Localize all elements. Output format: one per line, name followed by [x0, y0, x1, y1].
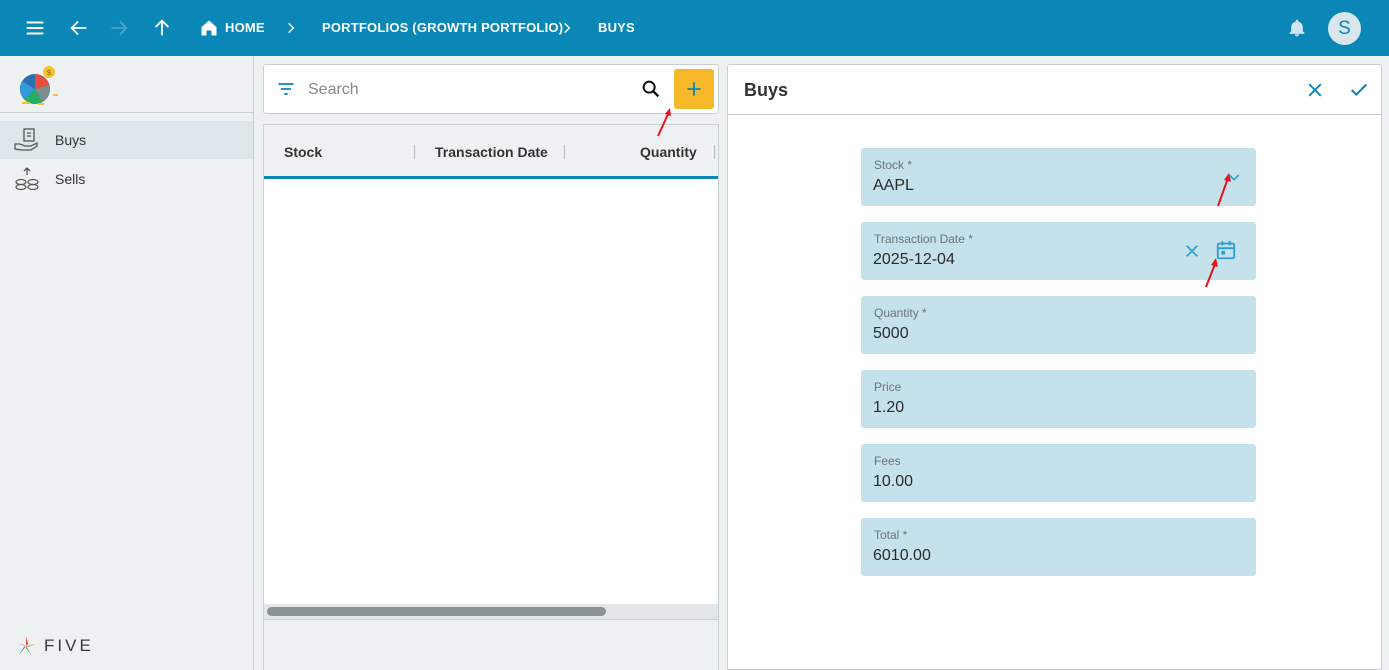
chevron-right-icon: [281, 16, 301, 40]
forward-arrow-icon[interactable]: [105, 14, 133, 42]
up-arrow-icon[interactable]: [148, 14, 176, 42]
five-logo-mark-icon: [16, 636, 36, 656]
back-arrow-icon[interactable]: [65, 14, 93, 42]
search-bar: [263, 64, 719, 114]
chevron-right-icon: [557, 16, 577, 40]
breadcrumb-portfolios[interactable]: PORTFOLIOS (GROWTH PORTFOLIO): [322, 20, 563, 35]
field-label: Total *: [874, 528, 908, 542]
field-label: Stock *: [874, 158, 913, 172]
column-separator[interactable]: [714, 145, 715, 159]
app-logo: $: [14, 62, 62, 110]
form-title: Buys: [744, 80, 789, 100]
total-field[interactable]: Total * 6010.00: [861, 518, 1256, 576]
check-icon: [1350, 83, 1368, 97]
field-value[interactable]: 6010.00: [873, 547, 931, 565]
quantity-field[interactable]: Quantity * 5000: [861, 296, 1256, 354]
field-value[interactable]: 2025-12-04: [873, 251, 955, 269]
record-form: Buys Stock * AAPL Transaction Date * 202…: [727, 64, 1382, 670]
stock-field[interactable]: Stock * AAPL: [861, 148, 1256, 206]
sidebar-item-label: Buys: [55, 132, 87, 148]
sidebar-item-label: Sells: [55, 171, 86, 187]
column-header-quantity[interactable]: Quantity: [640, 144, 697, 160]
scrollbar-thumb[interactable]: [267, 607, 606, 616]
close-icon: [1308, 83, 1322, 97]
sidebar-item-sells[interactable]: Sells: [0, 160, 253, 198]
clear-icon[interactable]: [1180, 239, 1204, 263]
save-button[interactable]: [1346, 77, 1372, 103]
column-header-stock[interactable]: Stock: [284, 144, 322, 160]
plus-icon: [687, 82, 701, 96]
field-value[interactable]: 10.00: [873, 473, 913, 491]
filter-icon[interactable]: [276, 79, 296, 104]
field-label: Fees: [874, 454, 901, 468]
cancel-button[interactable]: [1302, 77, 1328, 103]
sidebar-divider: [0, 112, 253, 113]
home-icon[interactable]: [195, 14, 223, 42]
field-label: Transaction Date *: [874, 232, 973, 246]
grid-header: Stock Transaction Date Quantity: [264, 125, 718, 179]
coins-icon: [14, 167, 40, 191]
chevron-down-icon[interactable]: [1222, 165, 1246, 189]
search-input[interactable]: [308, 79, 608, 101]
add-record-button[interactable]: [674, 69, 714, 109]
bell-icon[interactable]: [1283, 14, 1311, 42]
column-separator[interactable]: [564, 145, 565, 159]
field-label: Price: [874, 380, 902, 394]
menu-icon[interactable]: [21, 14, 49, 42]
hand-money-icon: [14, 128, 40, 152]
field-label: Quantity *: [874, 306, 927, 320]
five-logo: FIVE: [14, 634, 94, 658]
search-icon[interactable]: [640, 78, 662, 105]
fees-field[interactable]: Fees 10.00: [861, 444, 1256, 502]
records-grid: Stock Transaction Date Quantity: [263, 124, 719, 670]
sidebar: $ Buys Sells FIVE: [0, 56, 254, 670]
field-value[interactable]: 1.20: [873, 399, 904, 417]
calendar-icon[interactable]: [1214, 238, 1238, 262]
column-separator[interactable]: [414, 145, 415, 159]
user-avatar[interactable]: S: [1328, 12, 1361, 45]
grid-footer: [264, 619, 718, 670]
sidebar-item-buys[interactable]: Buys: [0, 121, 253, 159]
horizontal-scrollbar[interactable]: [264, 604, 718, 619]
five-logo-text: FIVE: [44, 636, 94, 655]
field-value[interactable]: 5000: [873, 325, 909, 343]
app-header: HOME PORTFOLIOS (GROWTH PORTFOLIO) BUYS …: [0, 0, 1389, 56]
field-value[interactable]: AAPL: [873, 177, 914, 195]
column-header-transaction-date[interactable]: Transaction Date: [435, 144, 548, 160]
breadcrumb-home[interactable]: HOME: [225, 20, 265, 35]
transaction-date-field[interactable]: Transaction Date * 2025-12-04: [861, 222, 1256, 280]
form-header: Buys: [728, 65, 1381, 115]
breadcrumb-buys[interactable]: BUYS: [598, 20, 635, 35]
svg-text:$: $: [46, 68, 51, 77]
price-field[interactable]: Price 1.20: [861, 370, 1256, 428]
